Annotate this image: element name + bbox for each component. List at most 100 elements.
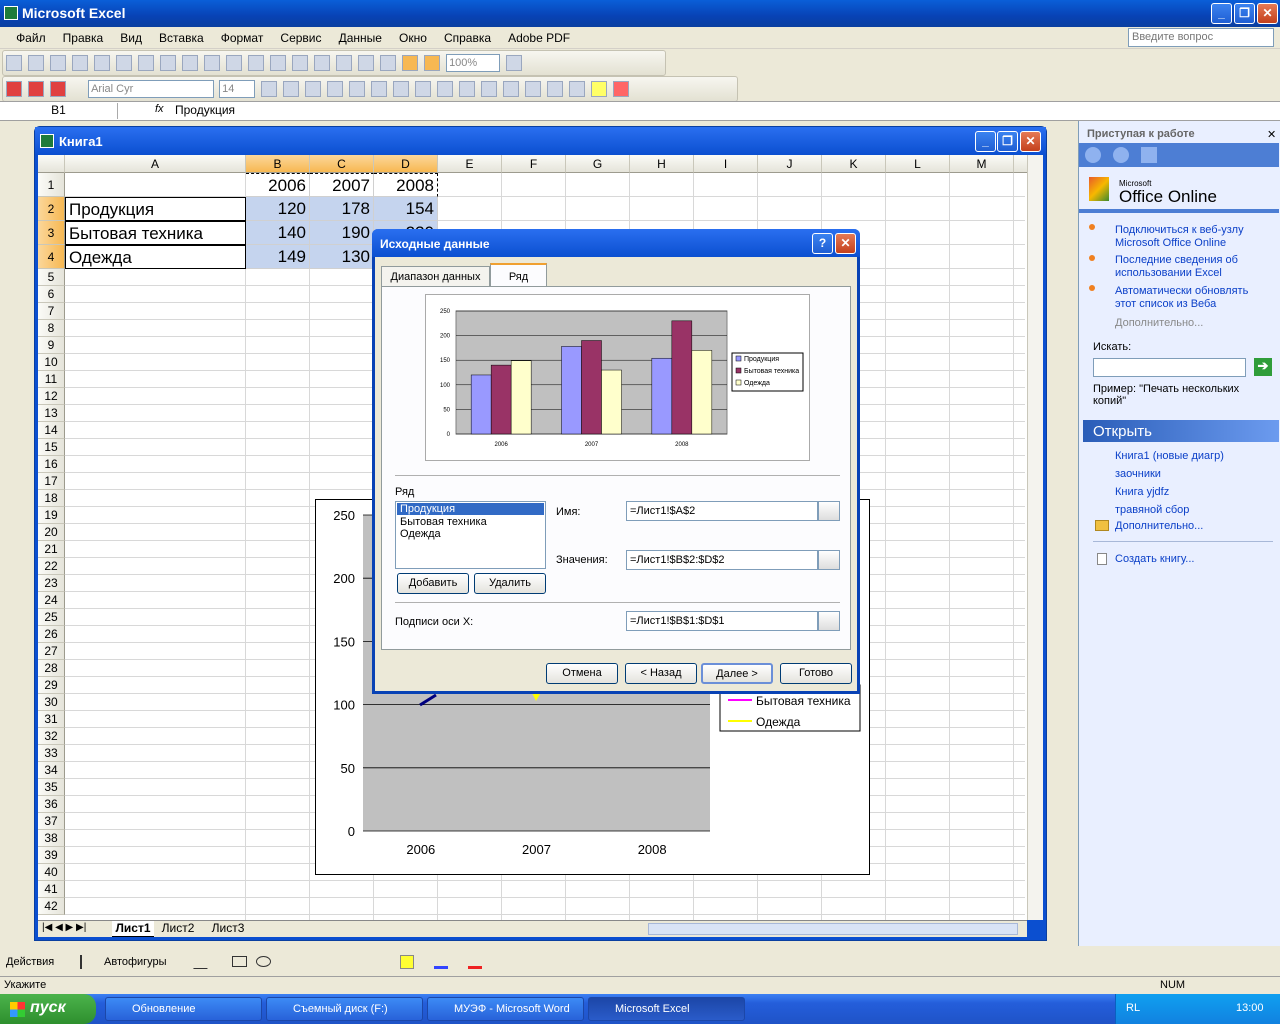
task-pane-close-icon[interactable]: ✕ — [1267, 128, 1276, 141]
row-header[interactable]: 5 — [38, 269, 65, 286]
row-header[interactable]: 9 — [38, 337, 65, 354]
next-button[interactable]: Далее > — [701, 663, 773, 684]
menu-window[interactable]: Окно — [392, 27, 434, 45]
tab-sheet2[interactable]: Лист2 — [158, 921, 198, 935]
link-more[interactable]: Дополнительно... — [1115, 317, 1203, 329]
row-header[interactable]: 28 — [38, 660, 65, 677]
align-right-icon[interactable] — [371, 81, 388, 97]
row-header[interactable]: 22 — [38, 558, 65, 575]
row-header[interactable]: 15 — [38, 439, 65, 456]
name-box[interactable]: B1 — [0, 103, 118, 119]
new-icon[interactable] — [6, 55, 22, 71]
oval-icon[interactable] — [256, 956, 271, 967]
row-header[interactable]: 38 — [38, 830, 65, 847]
align-center-icon[interactable] — [349, 81, 366, 97]
finish-button[interactable]: Готово — [780, 663, 852, 684]
column-header[interactable]: L — [886, 155, 950, 173]
minimize-button[interactable]: _ — [1211, 3, 1232, 24]
row-header[interactable]: 37 — [38, 813, 65, 830]
row-header[interactable]: 30 — [38, 694, 65, 711]
tab-series[interactable]: Ряд — [490, 263, 547, 287]
line-color-icon[interactable] — [434, 955, 448, 969]
task-pane-search-input[interactable] — [1093, 358, 1246, 377]
tab-data-range[interactable]: Диапазон данных — [381, 266, 490, 287]
recent-file-1[interactable]: Книга1 (новые диагр) — [1115, 450, 1224, 463]
format-painter-icon[interactable] — [248, 55, 264, 71]
pdf-icon[interactable] — [6, 81, 22, 97]
cell-c4[interactable]: 130 — [310, 245, 374, 269]
cell-c1[interactable]: 2007 — [310, 173, 374, 197]
add-series-button[interactable]: Добавить — [397, 573, 469, 594]
tab-sheet1[interactable]: Лист1 — [112, 921, 154, 937]
font-size-select[interactable]: 14 — [219, 80, 256, 98]
cell-a4[interactable]: Одежда — [65, 245, 246, 269]
link-latest-news[interactable]: Последние сведения об использовании Exce… — [1115, 254, 1265, 280]
row-header[interactable]: 27 — [38, 643, 65, 660]
collapse-dialog-icon[interactable] — [818, 501, 840, 521]
link-connect-office-online[interactable]: Подключиться к веб-узлу Microsoft Office… — [1115, 224, 1265, 250]
task-update[interactable]: Обновление — [105, 997, 262, 1021]
row-header[interactable]: 12 — [38, 388, 65, 405]
column-header[interactable]: C — [310, 155, 374, 173]
values-input[interactable]: =Лист1!$B$2:$D$2 — [626, 550, 818, 570]
row-header[interactable]: 4 — [38, 245, 65, 269]
workbook-restore-button[interactable]: ❐ — [997, 131, 1018, 152]
copy-icon[interactable] — [204, 55, 220, 71]
remove-series-button[interactable]: Удалить — [474, 573, 546, 594]
recent-file-2[interactable]: заочники — [1115, 468, 1161, 481]
workbook-minimize-button[interactable]: _ — [975, 131, 996, 152]
back-icon[interactable] — [1085, 147, 1101, 163]
increase-decimal-icon[interactable] — [481, 81, 498, 97]
sort-desc-icon[interactable] — [380, 55, 396, 71]
menu-edit[interactable]: Правка — [56, 27, 111, 45]
menu-help[interactable]: Справка — [437, 27, 498, 45]
pdf-review-icon[interactable] — [50, 81, 66, 97]
workbook-close-button[interactable]: ✕ — [1020, 131, 1041, 152]
print-icon[interactable] — [94, 55, 110, 71]
column-header[interactable]: M — [950, 155, 1014, 173]
vertical-scrollbar[interactable] — [1027, 155, 1043, 920]
column-header[interactable]: B — [246, 155, 310, 173]
name-input[interactable]: =Лист1!$A$2 — [626, 501, 818, 521]
horizontal-scrollbar[interactable] — [648, 923, 1018, 935]
menu-data[interactable]: Данные — [332, 27, 389, 45]
task-removable-disk[interactable]: Съемный диск (F:) — [266, 997, 423, 1021]
spelling-icon[interactable] — [138, 55, 154, 71]
menu-file[interactable]: Файл — [9, 27, 53, 45]
row-header[interactable]: 32 — [38, 728, 65, 745]
column-header[interactable]: K — [822, 155, 886, 173]
row-header[interactable]: 17 — [38, 473, 65, 490]
cell-b2[interactable]: 120 — [246, 197, 310, 221]
cell-c2[interactable]: 178 — [310, 197, 374, 221]
row-header[interactable]: 40 — [38, 864, 65, 881]
column-header[interactable]: D — [374, 155, 438, 173]
autoshapes-menu[interactable]: Автофигуры — [104, 956, 167, 968]
row-header[interactable]: 8 — [38, 320, 65, 337]
row-header[interactable]: 16 — [38, 456, 65, 473]
percent-icon[interactable] — [437, 81, 454, 97]
row-header[interactable]: 11 — [38, 371, 65, 388]
cell-b4[interactable]: 149 — [246, 245, 310, 269]
hyperlink-icon[interactable] — [314, 55, 330, 71]
column-header[interactable]: G — [566, 155, 630, 173]
column-header[interactable]: I — [694, 155, 758, 173]
indent-icon[interactable] — [547, 81, 564, 97]
dialog-help-button[interactable]: ? — [812, 233, 833, 254]
cell-b1[interactable]: 2006 — [246, 173, 310, 197]
series-listbox[interactable]: Продукция Бытовая техника Одежда — [395, 501, 546, 569]
row-header[interactable]: 36 — [38, 796, 65, 813]
row-header[interactable]: 42 — [38, 898, 65, 915]
research-icon[interactable] — [160, 55, 176, 71]
align-left-icon[interactable] — [327, 81, 344, 97]
cell-d2[interactable]: 154 — [374, 197, 438, 221]
row-header[interactable]: 33 — [38, 745, 65, 762]
language-indicator[interactable]: RL — [1126, 1002, 1140, 1014]
sort-asc-icon[interactable] — [358, 55, 374, 71]
pdf-mail-icon[interactable] — [28, 81, 44, 97]
row-header[interactable]: 35 — [38, 779, 65, 796]
menu-format[interactable]: Формат — [214, 27, 271, 45]
row-header[interactable]: 2 — [38, 197, 65, 221]
thousands-icon[interactable] — [459, 81, 476, 97]
select-all-corner[interactable] — [38, 155, 65, 173]
font-select[interactable]: Arial Cyr — [88, 80, 215, 98]
